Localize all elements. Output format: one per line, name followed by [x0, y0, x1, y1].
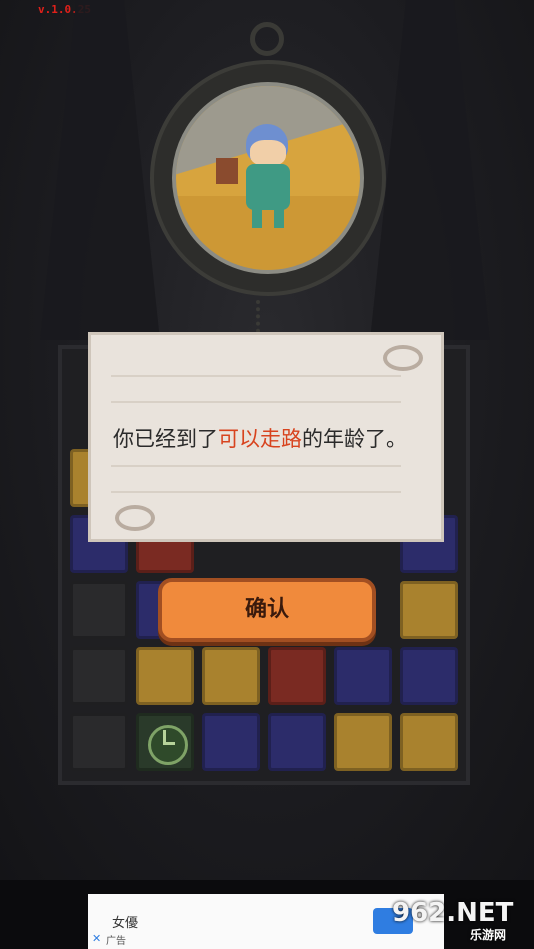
ad-title: 女優 — [112, 916, 139, 931]
character-leg — [274, 206, 284, 228]
paper-curl-icon — [115, 505, 155, 531]
confirm-button[interactable]: 确认 — [158, 578, 376, 642]
clock-icon — [148, 725, 188, 765]
tile[interactable] — [334, 647, 392, 705]
paper-line — [111, 491, 401, 493]
watermark: 962.NET 乐游网 — [392, 898, 532, 944]
clock-tile[interactable] — [136, 713, 194, 771]
message-paper: 你已经到了可以走路的年龄了。 — [88, 332, 444, 542]
dialog-text-highlight: 可以走路 — [218, 427, 302, 451]
tile[interactable] — [334, 713, 392, 771]
ad-banner[interactable]: 女優 ✕ 广告 — [88, 894, 444, 949]
dialog-text-prefix: 你已经到了 — [113, 427, 218, 451]
background-pillar-right — [370, 0, 490, 340]
tile[interactable] — [136, 647, 194, 705]
ad-label: 广告 — [106, 936, 126, 947]
ad-close-icon[interactable]: ✕ — [92, 932, 101, 945]
paper-curl-icon — [383, 345, 423, 371]
tile[interactable] — [70, 581, 128, 639]
clock-hand — [163, 742, 175, 745]
watermark-sub: 乐游网 — [470, 928, 507, 942]
tile[interactable] — [268, 647, 326, 705]
dialog-text-suffix: 的年龄了。 — [302, 427, 407, 451]
tile[interactable] — [400, 713, 458, 771]
game-screen: v.1.0.25 你已经到了可以走路的年龄了。 确认 — [0, 0, 534, 880]
character-body — [246, 164, 290, 210]
tile[interactable] — [202, 713, 260, 771]
watch-scene — [172, 82, 364, 274]
suitcase-icon — [216, 158, 238, 184]
tile[interactable] — [400, 581, 458, 639]
background-pillar-left — [40, 0, 160, 340]
character-face — [250, 140, 286, 166]
watermark-main: 962.NET — [392, 898, 514, 928]
pocket-watch — [150, 60, 386, 296]
paper-line — [111, 465, 401, 467]
tile[interactable] — [70, 647, 128, 705]
tile[interactable] — [70, 713, 128, 771]
paper-line — [111, 401, 401, 403]
dialog-text: 你已经到了可以走路的年龄了。 — [113, 423, 433, 453]
paper-line — [111, 375, 401, 377]
watch-ring — [250, 22, 284, 56]
tile[interactable] — [268, 713, 326, 771]
character-leg — [252, 206, 262, 228]
tile[interactable] — [202, 647, 260, 705]
tile[interactable] — [400, 647, 458, 705]
